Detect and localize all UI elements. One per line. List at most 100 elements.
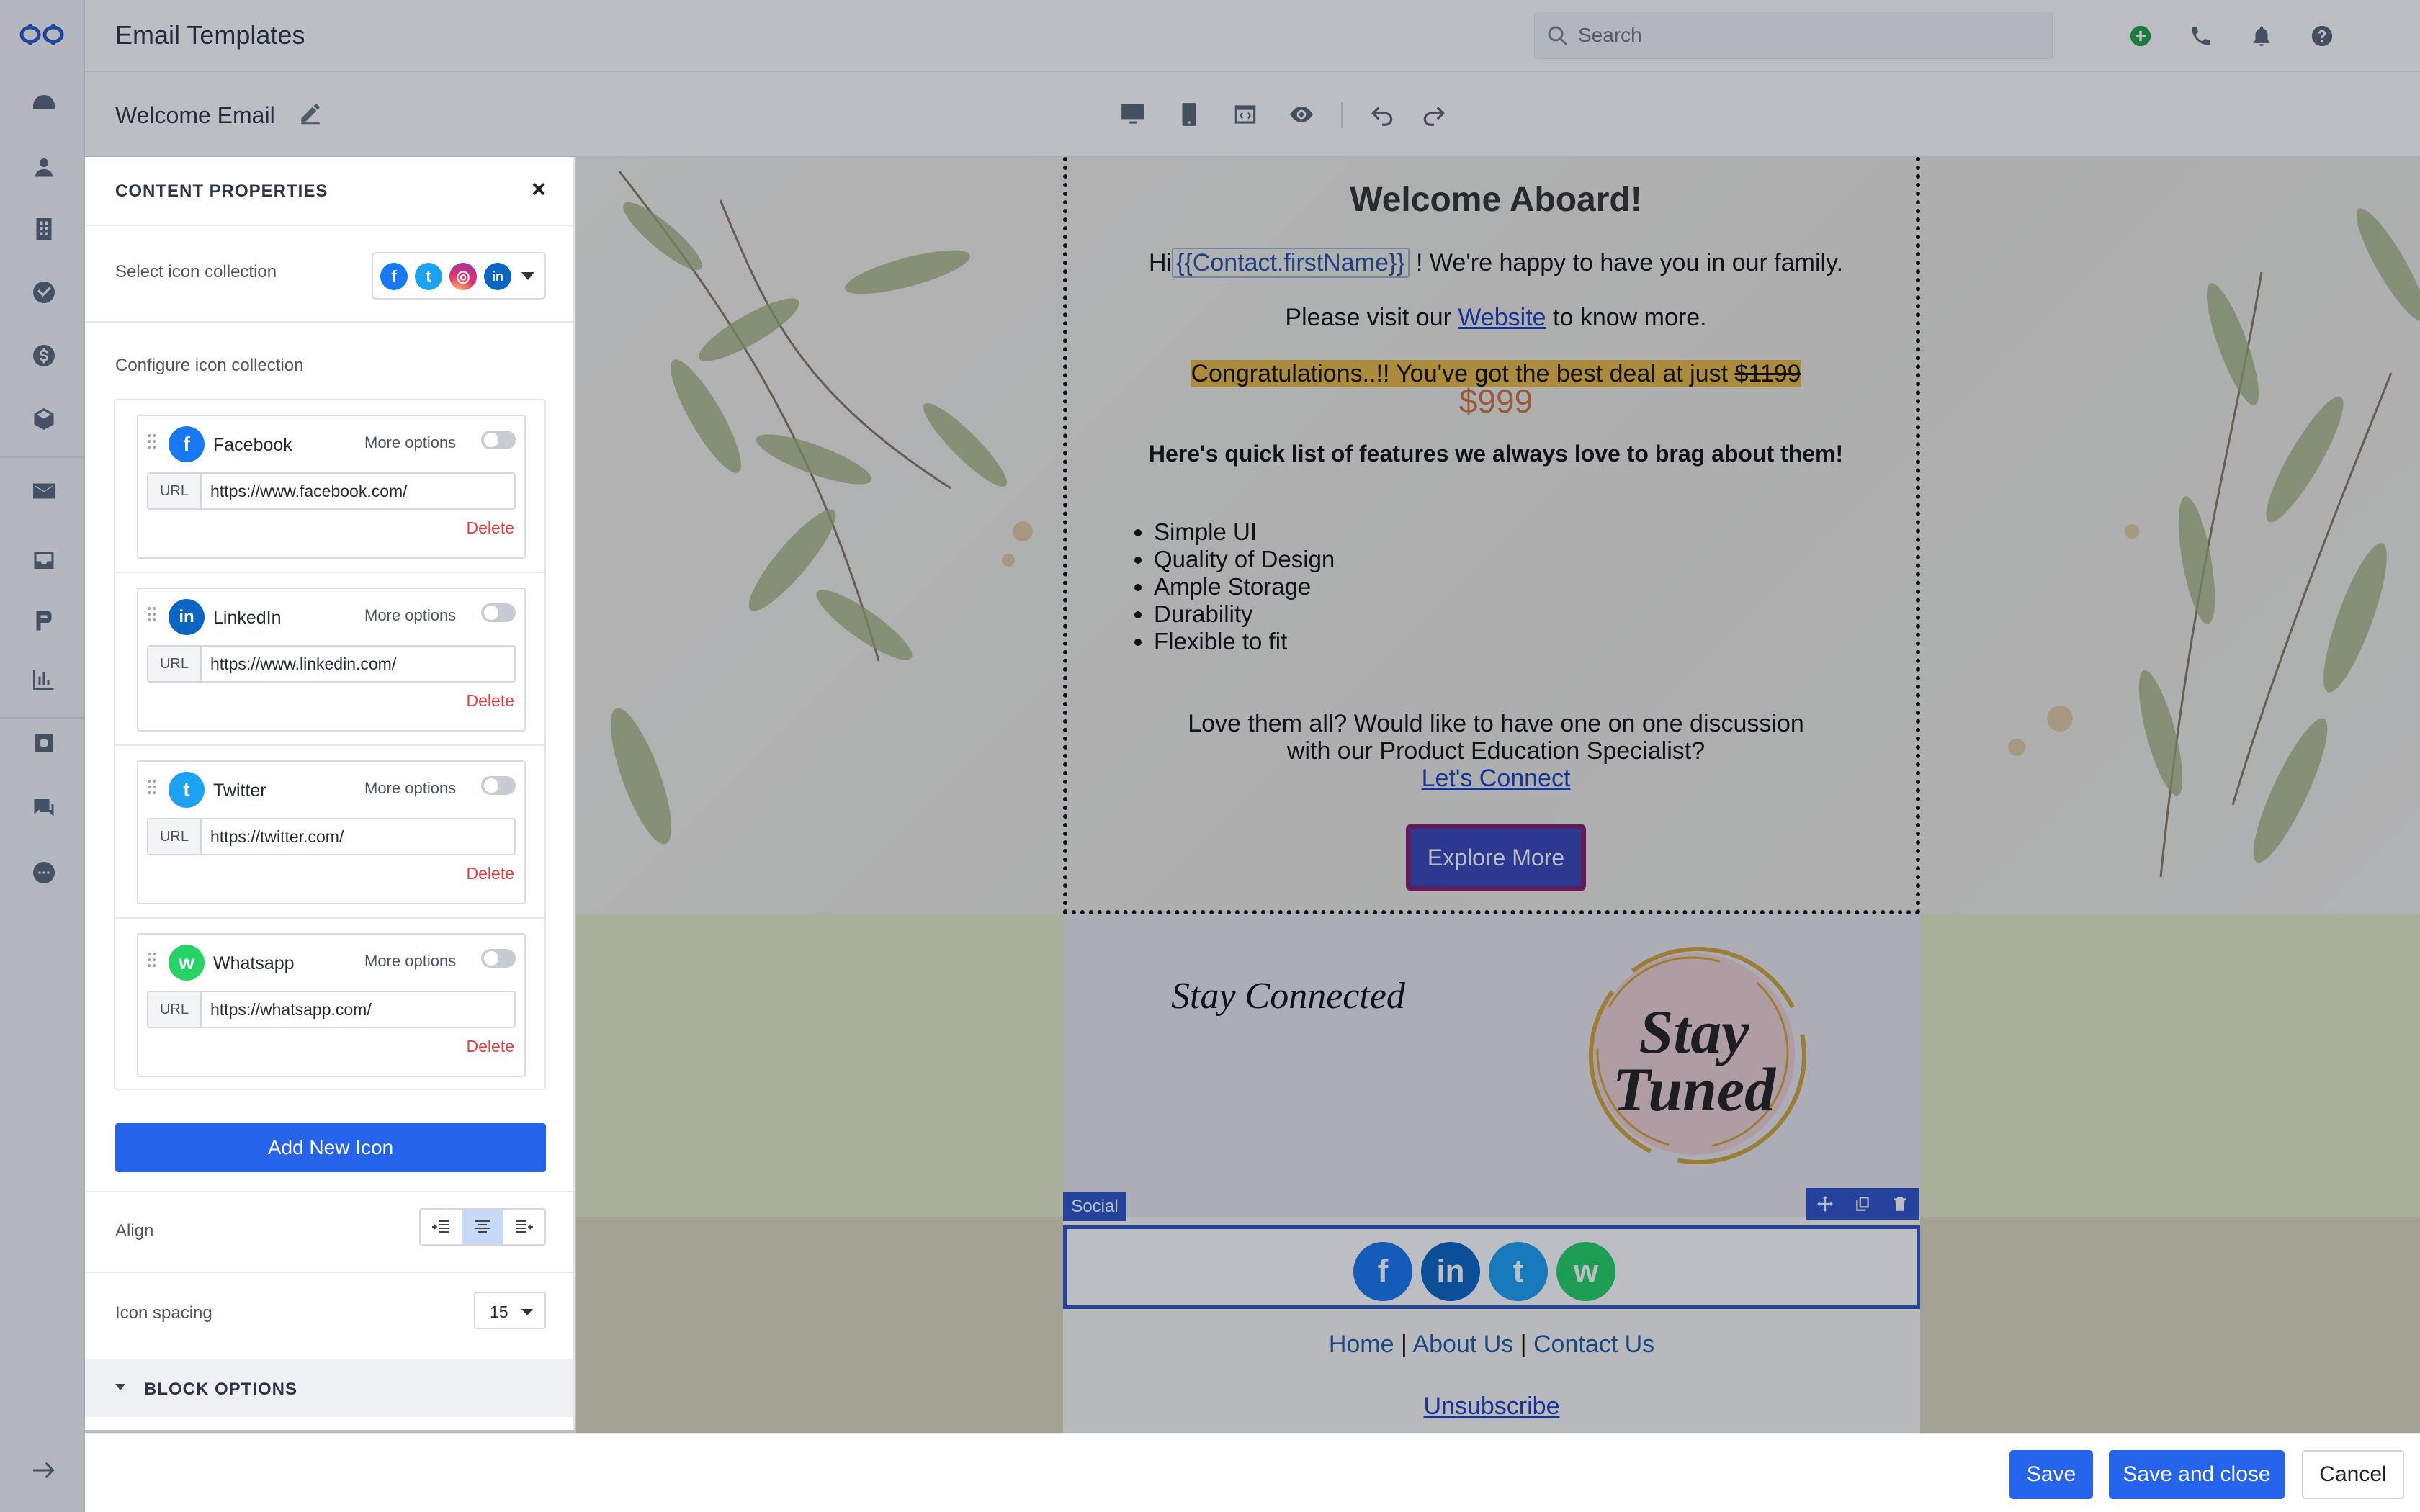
- align-control[interactable]: [419, 1208, 546, 1246]
- url-input[interactable]: [210, 998, 506, 1021]
- search-icon: [1548, 26, 1568, 46]
- facebook-icon[interactable]: f: [1353, 1242, 1412, 1301]
- template-name: Welcome Email: [115, 102, 275, 128]
- products-icon[interactable]: [28, 403, 60, 435]
- campaigns-icon[interactable]: [28, 605, 60, 636]
- more-options-toggle[interactable]: [481, 949, 516, 968]
- email-icon[interactable]: [28, 475, 60, 507]
- more-options-toggle[interactable]: [481, 776, 516, 795]
- reports-icon[interactable]: [28, 664, 60, 696]
- bottom-action-bar: Save Save and close Cancel: [85, 1433, 2420, 1512]
- contact-link[interactable]: Contact Us: [1533, 1331, 1654, 1358]
- configure-label: Configure icon collection: [115, 356, 304, 375]
- delete-link[interactable]: Delete: [467, 864, 514, 883]
- greeting-line: Hi {{Contact.firstName}} ! We're happy to…: [1067, 248, 1924, 278]
- move-icon[interactable]: [1816, 1194, 1834, 1213]
- twitter-icon[interactable]: t: [1489, 1242, 1548, 1301]
- drag-handle-icon[interactable]: [147, 606, 157, 625]
- more-options-label: More options: [364, 433, 457, 451]
- icon-spacing-select[interactable]: 15: [474, 1292, 546, 1329]
- list-item: Flexible to fit: [1154, 628, 1335, 655]
- chat-icon[interactable]: [28, 792, 60, 824]
- panel-header: CONTENT PROPERTIES ×: [85, 157, 573, 226]
- delete-link[interactable]: Delete: [467, 1037, 514, 1056]
- top-bar: Email Templates: [85, 0, 2420, 72]
- dashboard-icon[interactable]: [28, 88, 60, 120]
- undo-icon[interactable]: [1366, 98, 1399, 131]
- stay-connected-section[interactable]: Stay Connected Stay Tuned: [1063, 914, 1920, 1217]
- website-link[interactable]: Website: [1458, 304, 1546, 331]
- app-logo-icon[interactable]: [19, 20, 65, 49]
- redo-icon[interactable]: [1417, 98, 1451, 131]
- tasks-icon[interactable]: [28, 276, 60, 308]
- align-label: Align: [115, 1221, 154, 1241]
- contacts-icon[interactable]: [28, 151, 60, 183]
- phone-icon[interactable]: [2185, 20, 2217, 52]
- edit-pencil-icon[interactable]: [298, 101, 323, 125]
- twitter-icon: t: [169, 772, 205, 808]
- unsubscribe-link[interactable]: Unsubscribe: [1063, 1392, 1920, 1421]
- save-button[interactable]: Save: [2009, 1450, 2093, 1499]
- drag-handle-icon[interactable]: [147, 952, 157, 971]
- close-icon[interactable]: ×: [532, 176, 546, 204]
- url-input[interactable]: [210, 480, 506, 503]
- align-right-icon[interactable]: [503, 1210, 544, 1244]
- delete-link[interactable]: Delete: [467, 518, 514, 538]
- item-name: Facebook: [213, 435, 292, 455]
- url-input[interactable]: [210, 652, 506, 675]
- settings-gear-icon[interactable]: [28, 727, 60, 759]
- icon-collection-select[interactable]: f t ◎ in: [372, 252, 546, 300]
- add-new-icon[interactable]: [2125, 20, 2156, 52]
- deals-icon[interactable]: [28, 340, 60, 372]
- email-body-column: Welcome Aboard! Hi {{Contact.firstName}} …: [1063, 157, 1920, 1433]
- align-left-icon[interactable]: [421, 1210, 462, 1244]
- notifications-bell-icon[interactable]: [2246, 20, 2277, 52]
- merge-tag[interactable]: {{Contact.firstName}}: [1172, 248, 1410, 278]
- cancel-button[interactable]: Cancel: [2302, 1450, 2404, 1499]
- url-field[interactable]: URL: [147, 472, 516, 510]
- more-options-toggle[interactable]: [481, 603, 516, 622]
- search-box[interactable]: [1534, 12, 2053, 59]
- mobile-view-icon[interactable]: [1173, 98, 1206, 131]
- page-title: Email Templates: [115, 20, 305, 50]
- url-field[interactable]: URL: [147, 991, 516, 1028]
- align-center-icon[interactable]: [462, 1210, 504, 1244]
- preview-eye-icon[interactable]: [1285, 98, 1318, 131]
- duplicate-icon[interactable]: [1853, 1194, 1872, 1213]
- explore-more-button[interactable]: Explore More: [1406, 824, 1586, 891]
- drag-handle-icon[interactable]: [147, 433, 157, 452]
- email-canvas[interactable]: Welcome Aboard! Hi {{Contact.firstName}} …: [576, 157, 2420, 1433]
- whatsapp-icon[interactable]: w: [1556, 1242, 1615, 1301]
- url-field[interactable]: URL: [147, 818, 516, 855]
- lets-connect-link[interactable]: Let's Connect: [1067, 765, 1924, 792]
- url-field[interactable]: URL: [147, 645, 516, 683]
- facebook-icon: f: [380, 263, 408, 290]
- home-link[interactable]: Home: [1329, 1331, 1394, 1358]
- delete-link[interactable]: Delete: [467, 691, 514, 711]
- linkedin-icon[interactable]: in: [1421, 1242, 1480, 1301]
- more-icon[interactable]: [28, 857, 60, 888]
- block-options-label: BLOCK OPTIONS: [144, 1380, 298, 1399]
- delete-trash-icon[interactable]: [1891, 1194, 1909, 1213]
- add-new-icon-button[interactable]: Add New Icon: [115, 1123, 546, 1172]
- search-input[interactable]: [1578, 19, 2039, 51]
- social-block-selected[interactable]: f in t w: [1063, 1225, 1920, 1309]
- greeting-post: ! We're happy to have you in our family.: [1409, 249, 1844, 276]
- block-options-toggle[interactable]: BLOCK OPTIONS: [85, 1359, 573, 1417]
- item-name: LinkedIn: [213, 608, 282, 628]
- stay-connected-text: Stay Connected: [1171, 976, 1405, 1017]
- drag-handle-icon[interactable]: [147, 779, 157, 798]
- save-and-close-button[interactable]: Save and close: [2109, 1450, 2285, 1499]
- content-properties-panel: CONTENT PROPERTIES × Select icon collect…: [85, 157, 575, 1430]
- code-view-icon[interactable]: [1229, 98, 1262, 131]
- more-options-toggle[interactable]: [481, 431, 516, 449]
- inbox-icon[interactable]: [28, 544, 60, 576]
- unsubscribe-text[interactable]: Unsubscribe: [1424, 1392, 1560, 1420]
- accounts-icon[interactable]: [28, 213, 60, 245]
- desktop-view-icon[interactable]: [1116, 98, 1150, 131]
- about-link[interactable]: About Us: [1412, 1331, 1513, 1358]
- expand-nav-icon[interactable]: [28, 1454, 60, 1486]
- url-input[interactable]: [210, 825, 506, 848]
- content-block-selected[interactable]: Welcome Aboard! Hi {{Contact.firstName}} …: [1063, 157, 1920, 914]
- help-icon[interactable]: [2306, 20, 2338, 52]
